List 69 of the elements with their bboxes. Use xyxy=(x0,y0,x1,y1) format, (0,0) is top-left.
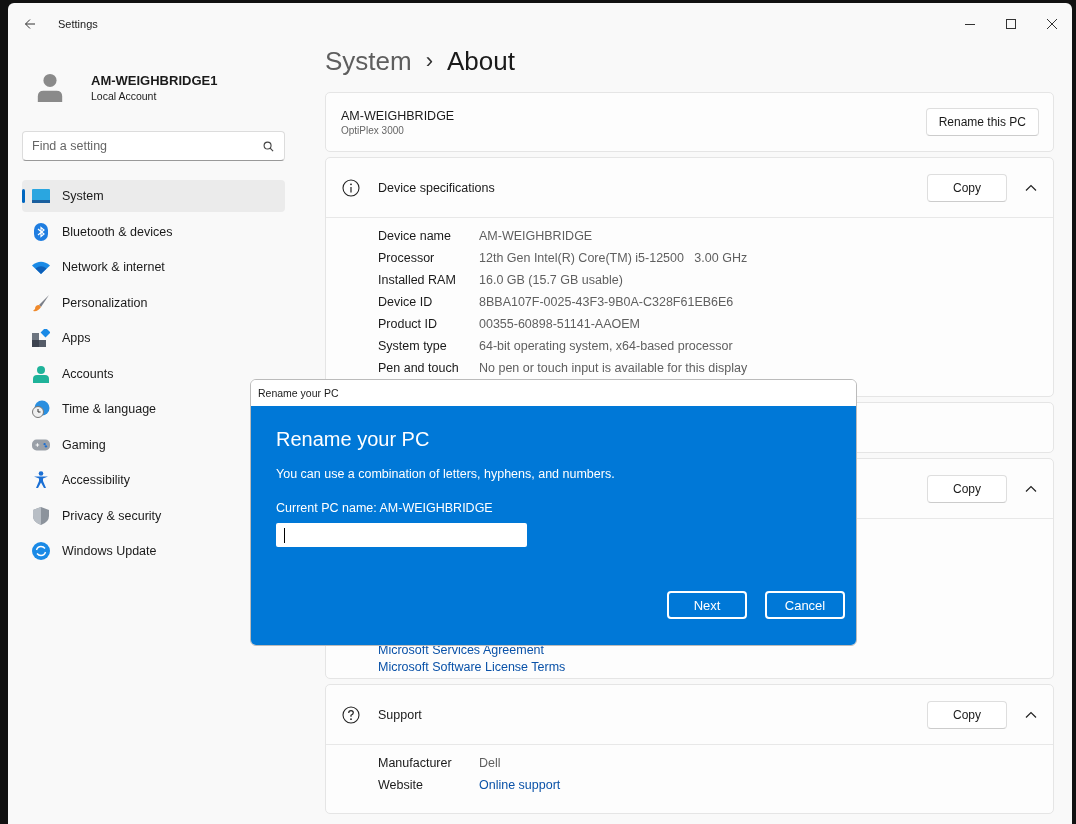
maximize-icon[interactable] xyxy=(1006,19,1016,29)
spec-value: AM-WEIGHBRIDGE xyxy=(479,229,593,243)
window-title: Settings xyxy=(58,18,98,30)
chevron-icon[interactable] xyxy=(1025,184,1037,191)
spec-label: Processor xyxy=(378,251,436,265)
search-icon xyxy=(263,140,274,152)
spec-value: No pen or touch input is available for this display xyxy=(479,361,748,375)
spec-label: Pen and touch xyxy=(378,361,460,375)
person-icon xyxy=(32,364,50,383)
bluetooth-icon xyxy=(32,222,50,241)
new-name-field[interactable] xyxy=(276,523,527,547)
sidebar-item[interactable]: System xyxy=(22,180,285,212)
dialog-window-title: Rename your PC xyxy=(258,387,339,399)
chevron-icon[interactable] xyxy=(1025,711,1037,718)
info-icon xyxy=(342,178,360,197)
breadcrumb-separator: › xyxy=(425,48,433,74)
pc-model: OptiPlex 3000 xyxy=(341,124,405,136)
copy-button[interactable]: Copy xyxy=(927,700,1007,729)
spec-label: Device name xyxy=(378,229,452,243)
search-input[interactable]: Find a setting xyxy=(32,139,263,153)
license-link[interactable]: Microsoft Software License Terms xyxy=(378,660,1053,674)
avatar-icon xyxy=(35,71,65,103)
back-arrow-icon[interactable] xyxy=(24,18,36,30)
spec-label: Device ID xyxy=(378,295,434,309)
pc-name: AM-WEIGHBRIDGE xyxy=(341,108,455,123)
license-link[interactable]: Microsoft Services Agreement xyxy=(378,643,1053,657)
update-icon xyxy=(32,542,50,560)
sidebar-item[interactable]: Bluetooth & devices xyxy=(22,215,285,248)
spec-value: 64-bit operating system, x64-based processor xyxy=(479,339,733,353)
chevron-icon[interactable] xyxy=(1025,485,1037,492)
help-icon xyxy=(342,705,360,724)
rename-button[interactable]: Rename this PC xyxy=(925,108,1039,136)
spec-label: Manufacturer xyxy=(378,756,453,770)
page-title: About xyxy=(447,45,515,77)
spec-label: System type xyxy=(378,339,448,353)
dialog-heading: Rename your PC xyxy=(276,428,431,451)
dialog-button[interactable]: Cancel xyxy=(765,591,845,619)
copy-button[interactable]: Copy xyxy=(927,173,1007,202)
sidebar-item[interactable]: Windows Update xyxy=(22,535,285,567)
account-type: Local Account xyxy=(91,89,158,102)
spec-value: 8BBA107F-0025-43F3-9B0A-C328F61EB6E6 xyxy=(479,295,734,309)
sidebar-item[interactable]: Apps xyxy=(22,322,285,354)
copy-button[interactable]: Copy xyxy=(927,474,1007,503)
spec-value: Dell xyxy=(479,756,501,770)
spec-value: 16.0 GB (15.7 GB usable) xyxy=(479,273,623,287)
section-title: Device specifications xyxy=(378,180,495,195)
sidebar-item[interactable]: Network & internet xyxy=(22,251,285,283)
wifi-icon xyxy=(32,260,50,274)
close-icon[interactable] xyxy=(1047,19,1057,29)
spec-label: Installed RAM xyxy=(378,273,457,287)
dialog-message: You can use a combination of letters, hyphens, and numbers. xyxy=(276,467,616,481)
account-name: AM-WEIGHBRIDGE1 xyxy=(91,72,218,88)
dialog-button[interactable]: Next xyxy=(667,591,747,619)
globe-clock-icon xyxy=(32,400,50,418)
search-field[interactable]: Find a setting xyxy=(22,131,285,161)
spec-value: 00355-60898-51141-AAOEM xyxy=(479,317,640,331)
breadcrumb-parent[interactable]: System xyxy=(325,45,412,77)
shield-icon xyxy=(32,506,50,525)
sidebar-item[interactable]: Accounts xyxy=(22,357,285,390)
section-title: Support xyxy=(378,707,422,722)
current-name-label: Current PC name: AM-WEIGHBRIDGE xyxy=(276,501,494,515)
spec-label: Website xyxy=(378,778,424,792)
spec-label: Product ID xyxy=(378,317,439,331)
gamepad-icon xyxy=(32,438,50,451)
apps-icon xyxy=(32,329,50,347)
support-link[interactable]: Online support xyxy=(479,778,561,792)
spec-value: 12th Gen Intel(R) Core(TM) i5-12500 3.00 GHz xyxy=(479,251,748,265)
sidebar-item[interactable]: Personalization xyxy=(22,286,285,319)
monitor-icon xyxy=(32,189,50,203)
